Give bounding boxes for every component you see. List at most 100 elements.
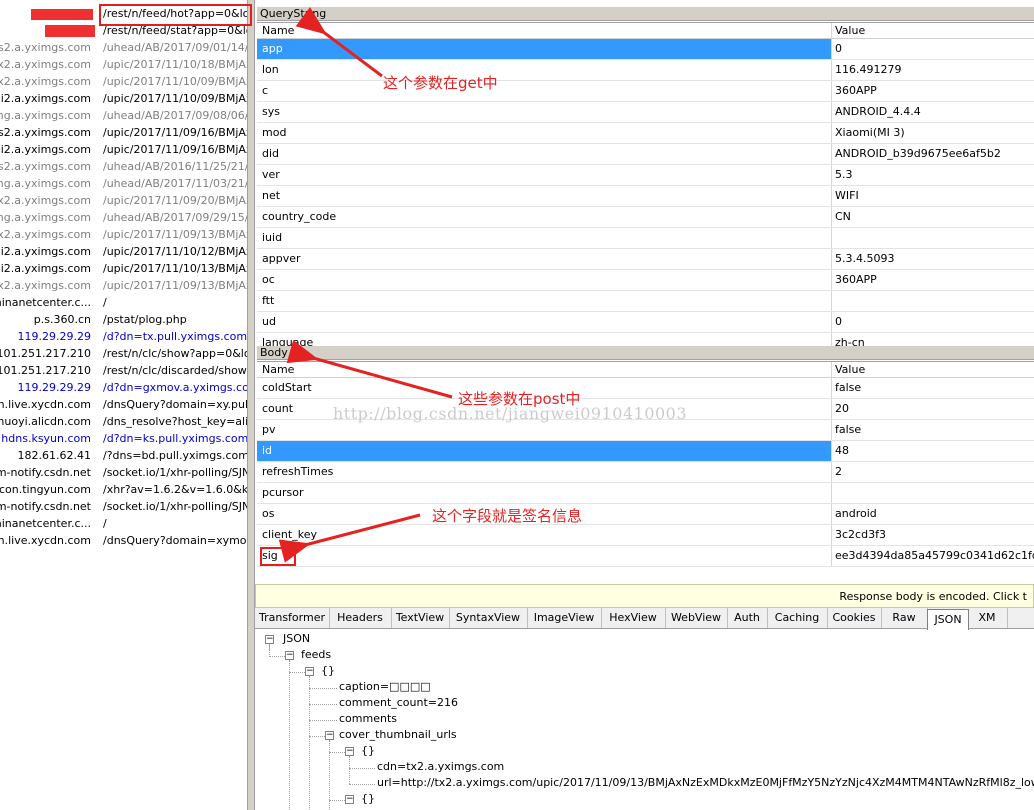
tree-root[interactable]: JSON [283,631,310,647]
session-row[interactable]: 119.29.29.29/d?dn=tx.pull.yximgs.com [0,328,247,345]
tab-imageview[interactable]: ImageView [527,608,602,628]
session-row[interactable]: ali2.a.yximgs.com/upic/2017/11/10/09/BMj… [0,90,247,107]
session-row[interactable]: chinanetcenter.c... / [0,294,247,311]
tab-cookies[interactable]: Cookies [827,608,882,628]
session-row[interactable]: 182.61.62.41 /?dns=bd.pull.yximgs.com [0,447,247,464]
session-host: js2.a.yximgs.com [0,41,91,54]
session-row[interactable]: -im-notify.csdn.net/socket.io/1/xhr-poll… [0,498,247,515]
tab-webview[interactable]: WebView [665,608,728,628]
session-row[interactable]: p.s.360.cn/pstat/plog.php [0,311,247,328]
querystring-row-lon[interactable]: lon 116.491279 [257,60,1034,81]
session-row[interactable]: liimg.a.yximgs.com/uhead/AB/2017/09/08/0… [0,107,247,124]
body-row-id[interactable]: id 48 [257,441,1034,462]
session-row[interactable]: hdns.ksyun.com/d?dn=ks.pull.yximgs.com [0,430,247,447]
session-row[interactable]: -im-notify.csdn.net/socket.io/1/xhr-poll… [0,464,247,481]
querystring-row-country_code[interactable]: country_code CN [257,207,1034,228]
tab-caching[interactable]: Caching [767,608,828,628]
session-row[interactable]: tch.live.xycdn.com/dnsQuery?domain=xymov… [0,532,247,549]
tab-json[interactable]: JSON [927,609,969,630]
tree-object[interactable]: {} [361,743,375,759]
tree-cover-thumbnail-urls[interactable]: cover_thumbnail_urls [339,727,457,743]
session-row[interactable]: 101.251.217.210/rest/n/clc/show?app=0&lo… [0,345,247,362]
body-row-pcursor[interactable]: pcursor [257,483,1034,504]
querystring-grid[interactable]: Name Value app 0 lon 116.491279 c 360APP sys AN… [257,22,1034,354]
tab-xm[interactable]: XM [967,608,1008,628]
col-name-header[interactable]: Name [257,362,832,377]
session-row[interactable]: js2.a.yximgs.com/uhead/AB/2017/09/01/14/… [0,39,247,56]
tab-textview[interactable]: TextView [391,608,450,628]
tab-auth[interactable]: Auth [727,608,768,628]
tree-comment-count[interactable]: comment_count=216 [339,695,458,711]
collapse-toggle[interactable]: − [285,651,294,660]
querystring-row-ud[interactable]: ud 0 [257,312,1034,333]
col-value-header[interactable]: Value [833,362,1034,377]
col-value-header[interactable]: Value [833,23,1034,38]
tab-headers[interactable]: Headers [329,608,392,628]
session-row[interactable]: ali2.a.yximgs.com/upic/2017/11/10/12/BMj… [0,243,247,260]
session-row[interactable]: js2.a.yximgs.com/upic/2017/11/09/16/BMjA… [0,124,247,141]
tree-object[interactable]: {} [321,663,335,679]
session-row[interactable]: tx2.a.yximgs.com/upic/2017/11/10/18/BMjA… [0,56,247,73]
collapse-toggle[interactable]: − [345,747,354,756]
collapse-toggle[interactable]: − [325,731,334,740]
collapse-toggle[interactable]: − [265,635,274,644]
session-row[interactable]: ali2.a.yximgs.com/upic/2017/11/10/13/BMj… [0,260,247,277]
body-row-os[interactable]: os android [257,504,1034,525]
querystring-row-c[interactable]: c 360APP [257,81,1034,102]
session-row[interactable]: js2.a.yximgs.com/uhead/AB/2016/11/25/21/… [0,158,247,175]
session-row[interactable]: tx2.a.yximgs.com/upic/2017/11/10/09/BMjA… [0,73,247,90]
session-row[interactable]: liimg.a.yximgs.com/uhead/AB/2017/09/29/1… [0,209,247,226]
querystring-row-mod[interactable]: mod Xiaomi(MI 3) [257,123,1034,144]
tab-raw[interactable]: Raw [881,608,928,628]
querystring-row-did[interactable]: did ANDROID_b39d9675ee6af5b2 [257,144,1034,165]
tab-hexview[interactable]: HexView [601,608,666,628]
querystring-row-sys[interactable]: sys ANDROID_4.4.4 [257,102,1034,123]
session-row[interactable]: tch.live.xycdn.com/dnsQuery?domain=xy.pu… [0,396,247,413]
tab-transformer[interactable]: Transformer [255,608,330,628]
collapse-toggle[interactable]: − [305,667,314,676]
querystring-row-oc[interactable]: oc 360APP [257,270,1034,291]
session-row[interactable]: ali2.a.yximgs.com/upic/2017/11/09/16/BMj… [0,141,247,158]
collapse-toggle[interactable]: − [345,795,354,804]
json-tree[interactable]: − JSON − feeds − {} caption=□□□□ comment… [255,629,1034,810]
session-host: tch.live.xycdn.com [0,534,91,547]
tree-cdn[interactable]: cdn=tx2.a.yximgs.com [377,759,504,775]
body-row-pv[interactable]: pv false [257,420,1034,441]
querystring-row-ver[interactable]: ver 5.3 [257,165,1034,186]
tree-feeds[interactable]: feeds [301,647,331,663]
session-row[interactable]: liimg.a.yximgs.com/uhead/AB/2017/11/03/2… [0,175,247,192]
tree-object[interactable]: {} [361,791,375,807]
session-host: tx2.a.yximgs.com [0,58,91,71]
body-grid[interactable]: Name Value coldStart false count 20 pv false i… [257,361,1034,567]
body-row-client_key[interactable]: client_key 3c2cd3f3 [257,525,1034,546]
param-name: sys [257,102,832,122]
body-row-sig[interactable]: sig ee3d4394da85a45799c0341d62c1fd62 [257,546,1034,567]
session-host: tx2.a.yximgs.com [0,228,91,241]
session-url: /d?dn=tx.pull.yximgs.com [103,330,247,343]
encoded-banner[interactable]: Response body is encoded. Click t [255,584,1034,608]
pane-splitter[interactable] [247,0,255,810]
session-row[interactable]: tx2.a.yximgs.com/upic/2017/11/09/13/BMjA… [0,226,247,243]
session-row[interactable]: eacon.tingyun.com/xhr?av=1.6.2&v=1.6.0&k… [0,481,247,498]
session-url: /d?dn=gxmov.a.yximgs.com [103,381,247,394]
session-row[interactable]: 119.29.29.29/d?dn=gxmov.a.yximgs.com [0,379,247,396]
tree-comments[interactable]: comments [339,711,397,727]
querystring-row-app[interactable]: app 0 [257,39,1034,60]
tree-url[interactable]: url=http://tx2.a.yximgs.com/upic/2017/11… [377,775,1034,791]
querystring-row-appver[interactable]: appver 5.3.4.5093 [257,249,1034,270]
session-row[interactable]: chinanetcenter.c... / [0,515,247,532]
tab-syntaxview[interactable]: SyntaxView [449,608,528,628]
body-row-coldStart[interactable]: coldStart false [257,378,1034,399]
session-row[interactable]: 101.251.217.210/rest/n/clc/discarded/sho… [0,362,247,379]
session-row[interactable]: tx2.a.yximgs.com/upic/2017/11/09/13/BMjA… [0,277,247,294]
session-row[interactable]: tx2.a.yximgs.com/upic/2017/11/09/20/BMjA… [0,192,247,209]
querystring-row-ftt[interactable]: ftt [257,291,1034,312]
session-list[interactable]: 101.2/rest/n/feed/hot?app=0&lon=101.251/… [0,0,247,810]
col-name-header[interactable]: Name [257,23,832,38]
body-row-refreshTimes[interactable]: refreshTimes 2 [257,462,1034,483]
querystring-row-net[interactable]: net WIFI [257,186,1034,207]
highlight-box [99,4,252,26]
tree-caption[interactable]: caption=□□□□ [339,679,431,695]
querystring-row-iuid[interactable]: iuid [257,228,1034,249]
session-row[interactable]: danuoyi.alicdn.com/dns_resolve?host_key=… [0,413,247,430]
